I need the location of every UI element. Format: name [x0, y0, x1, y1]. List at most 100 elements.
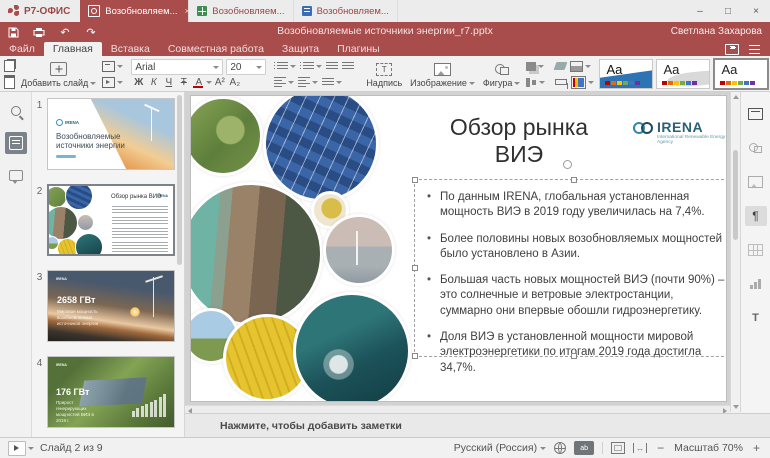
- tab-protection[interactable]: Защита: [273, 42, 328, 56]
- copy-button[interactable]: [2, 59, 17, 73]
- document-title: Возобновляемые источники энергии_r7.pptx: [277, 25, 493, 37]
- paragraph-settings-button[interactable]: ¶: [745, 206, 767, 226]
- redo-button[interactable]: ↷: [78, 23, 104, 41]
- comments-button[interactable]: [5, 164, 27, 186]
- decrease-indent-button[interactable]: [324, 59, 340, 73]
- thumbnails-scrollbar-thumb[interactable]: [177, 95, 182, 265]
- tab-insert[interactable]: Вставка: [102, 42, 159, 56]
- tab-file[interactable]: Файл: [0, 42, 44, 56]
- theme-option-1[interactable]: Aa: [599, 59, 653, 89]
- change-layout-button[interactable]: [100, 59, 125, 73]
- textart-settings-button[interactable]: T: [745, 308, 767, 328]
- slide-editor[interactable]: Обзор рынка ВИЭ IRENA International Rene…: [190, 95, 727, 402]
- resize-handle-n[interactable]: [571, 177, 577, 183]
- zoom-label: Масштаб 70%: [674, 442, 743, 454]
- strikethrough-button[interactable]: Ŧ: [176, 75, 191, 89]
- window-tab-document[interactable]: Возобновляем...: [294, 0, 398, 22]
- vertical-scrollbar[interactable]: [730, 92, 740, 412]
- start-slideshow-button[interactable]: [8, 441, 34, 456]
- print-button[interactable]: [26, 23, 52, 41]
- chevron-down-icon: [585, 65, 591, 68]
- bullet-list-button[interactable]: [272, 59, 298, 73]
- notes-area[interactable]: Нажмите, чтобы добавить заметки: [185, 413, 770, 437]
- language-select[interactable]: Русский (Россия): [454, 442, 546, 454]
- tab-home[interactable]: Главная: [44, 42, 102, 56]
- bullet-text[interactable]: •По данным IRENA, глобальная установленн…: [427, 190, 725, 356]
- zoom-in-button[interactable]: +: [751, 441, 762, 455]
- italic-button[interactable]: К: [146, 75, 161, 89]
- add-slide-button[interactable]: Добавить слайд: [17, 58, 100, 90]
- font-size-select[interactable]: 20: [226, 59, 266, 75]
- shape-fill-button[interactable]: [568, 59, 593, 73]
- insert-textbox-button[interactable]: T Надпись: [362, 58, 406, 90]
- slide-options-group: [100, 58, 125, 90]
- resize-handle-w[interactable]: [412, 265, 418, 271]
- open-file-location-icon[interactable]: [725, 44, 739, 55]
- clipboard-group: [2, 58, 17, 90]
- save-button[interactable]: [0, 23, 26, 41]
- resize-handle-s[interactable]: [571, 353, 577, 359]
- resize-handle-nw[interactable]: [412, 177, 418, 183]
- selected-text-box[interactable]: •По данным IRENA, глобальная установленн…: [414, 179, 727, 357]
- arrange-shape-button[interactable]: [524, 59, 547, 73]
- slides-panel-button[interactable]: [5, 132, 27, 154]
- tab-plugins[interactable]: Плагины: [328, 42, 389, 56]
- status-bar: Слайд 2 из 9 Русский (Россия) ab ↔ − Мас…: [0, 437, 770, 458]
- fit-to-slide-icon[interactable]: [611, 442, 625, 454]
- align-shape-button[interactable]: [524, 75, 547, 89]
- underline-button[interactable]: Ч: [161, 75, 176, 89]
- horizontal-align-button[interactable]: [272, 75, 296, 89]
- hide-toolbar-icon[interactable]: [749, 45, 760, 54]
- close-button[interactable]: ×: [742, 0, 770, 22]
- maximize-button[interactable]: □: [714, 0, 742, 22]
- increase-indent-button[interactable]: [340, 59, 356, 73]
- theme-option-2[interactable]: Aa: [656, 59, 710, 89]
- table-settings-button[interactable]: [745, 240, 767, 260]
- shape-settings-button[interactable]: [745, 138, 767, 158]
- window-tab-presentation[interactable]: Возобновляем... ×: [80, 0, 189, 22]
- color-scheme-button[interactable]: [569, 75, 596, 89]
- font-color-button[interactable]: А: [191, 75, 206, 89]
- undo-button[interactable]: ↶: [52, 23, 78, 41]
- superscript-button[interactable]: А²: [212, 75, 227, 89]
- textart-settings-icon: T: [752, 312, 759, 324]
- spellcheck-toggle[interactable]: ab: [574, 441, 594, 455]
- decrease-indent-icon: [326, 62, 338, 71]
- slide-thumbnail-3[interactable]: IRENA 2658 ГВт Мировая мощность возобнов…: [47, 270, 175, 342]
- image-settings-button[interactable]: [745, 172, 767, 192]
- line-spacing-button[interactable]: [320, 75, 344, 89]
- fit-to-width-icon[interactable]: ↔: [633, 443, 647, 453]
- copy-style-button[interactable]: [553, 75, 569, 89]
- insert-image-button[interactable]: Изображение: [406, 58, 479, 90]
- theme-option-3-selected[interactable]: Aa: [713, 58, 769, 90]
- mini-circle: [65, 184, 93, 210]
- slide-title[interactable]: Обзор рынка ВИЭ: [429, 114, 609, 168]
- app-logo[interactable]: Р7-ОФИС: [0, 0, 80, 22]
- chart-settings-button[interactable]: [745, 274, 767, 294]
- vertical-scrollbar-thumb[interactable]: [733, 150, 738, 240]
- rotate-handle[interactable]: [563, 160, 572, 169]
- zoom-out-button[interactable]: −: [655, 441, 666, 455]
- set-language-icon[interactable]: [554, 442, 566, 454]
- slide-settings-button[interactable]: [745, 104, 767, 124]
- resize-handle-sw[interactable]: [412, 353, 418, 359]
- numbered-list-button[interactable]: [298, 59, 324, 73]
- bold-button[interactable]: Ж: [131, 75, 146, 89]
- slide-thumbnail-4[interactable]: IRENA 176 ГВт Прирост генерирующих мощно…: [47, 356, 175, 428]
- subscript-button[interactable]: А₂: [227, 75, 242, 89]
- paste-button[interactable]: [2, 75, 17, 89]
- font-family-select[interactable]: Arial: [131, 59, 223, 75]
- tab-collaboration[interactable]: Совместная работа: [159, 42, 273, 56]
- slide-thumbnail-2-selected[interactable]: Обзор рынка ВИЭ IRENA: [47, 184, 175, 256]
- insert-shape-button[interactable]: Фигура: [479, 58, 525, 90]
- horizontal-scrollbar[interactable]: [185, 405, 730, 413]
- search-button[interactable]: [5, 100, 27, 122]
- change-transition-button[interactable]: [100, 75, 125, 89]
- vertical-align-button[interactable]: [296, 75, 320, 89]
- slide-thumbnail-1[interactable]: IRENA Возобновляемыеисточники энергии: [47, 98, 175, 170]
- minimize-button[interactable]: –: [686, 0, 714, 22]
- window-tab-spreadsheet[interactable]: Возобновляем...: [189, 0, 293, 22]
- scroll-up-arrow[interactable]: [733, 95, 739, 99]
- clear-style-button[interactable]: [553, 59, 568, 73]
- scroll-down-arrow[interactable]: [733, 405, 739, 409]
